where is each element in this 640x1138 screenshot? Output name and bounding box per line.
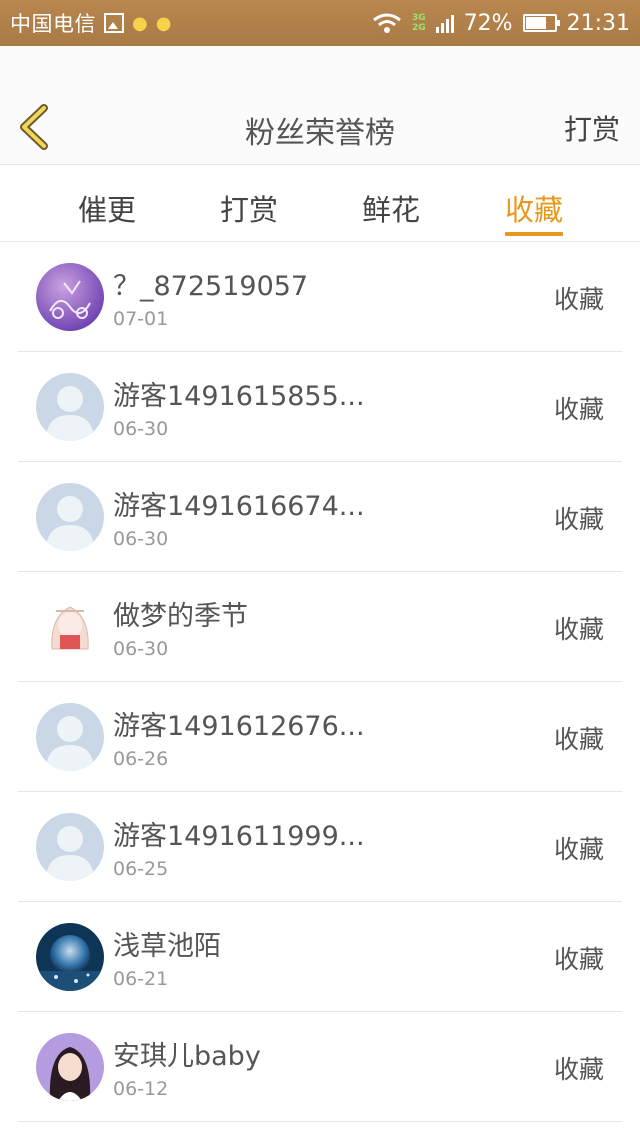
default-user-icon [36, 703, 104, 771]
status-bar: 中国电信 ● ● 3G 2G 72% 21:31 [0, 0, 640, 46]
item-action: 收藏 [553, 1055, 604, 1084]
avatar [36, 813, 104, 881]
user-name: 安琪儿baby [113, 1041, 261, 1072]
item-action: 收藏 [553, 395, 604, 424]
item-action: 收藏 [553, 945, 604, 974]
list-item[interactable]: 游客1491611999... 06-25 收藏 [18, 792, 622, 902]
avatar [36, 373, 104, 441]
carrier-name: 中国电信 [10, 12, 96, 36]
girl-photo-avatar-icon [36, 1033, 104, 1101]
user-name: ？_872519057 [113, 271, 309, 302]
item-date: 06-12 [113, 1078, 169, 1100]
list-item[interactable]: 浅草池陌 06-21 收藏 [18, 902, 622, 1012]
avatar [36, 593, 104, 661]
avatar [36, 1033, 104, 1101]
tab-flowers[interactable]: 鲜花 [362, 187, 420, 229]
list-item[interactable]: 做梦的季节 06-30 收藏 [18, 572, 622, 682]
app-header: 粉丝荣誉榜 打赏 [0, 46, 640, 165]
item-date: 06-30 [113, 638, 169, 660]
item-action: 收藏 [553, 285, 604, 314]
purple-doodle-avatar-icon [36, 263, 104, 331]
avatar [36, 483, 104, 551]
user-name: 游客1491611999... [113, 821, 365, 852]
item-date: 06-30 [113, 418, 169, 440]
user-name: 游客1491616674... [113, 491, 365, 522]
item-date: 06-26 [113, 748, 169, 770]
battery-icon [522, 14, 560, 32]
lightbulb-notification-icon: ● [132, 12, 148, 34]
page-title: 粉丝荣誉榜 [245, 116, 395, 151]
avatar [36, 263, 104, 331]
list-item[interactable]: 安琪儿baby 06-12 收藏 [18, 1012, 622, 1122]
default-user-icon [36, 813, 104, 881]
network-3g-label: 3G [412, 13, 426, 23]
blue-bubble-avatar-icon [36, 923, 104, 991]
battery-percent: 72% [463, 10, 513, 36]
active-tab-indicator [505, 232, 563, 236]
list-item[interactable]: 游客1491615855... 06-30 收藏 [18, 352, 622, 462]
list-item[interactable]: 游客1491616674... 06-30 收藏 [18, 462, 622, 572]
anime-girl-avatar-icon [36, 593, 104, 661]
avatar [36, 923, 104, 991]
wifi-icon [373, 13, 401, 33]
item-date: 07-01 [113, 308, 169, 330]
default-user-icon [36, 483, 104, 551]
list-item[interactable]: ？_872519057 07-01 收藏 [18, 242, 622, 352]
list-item[interactable]: 游客1491612676... 06-26 收藏 [18, 682, 622, 792]
item-date: 06-21 [113, 968, 169, 990]
default-user-icon [36, 373, 104, 441]
signal-strength-icon [435, 13, 454, 33]
item-date: 06-30 [113, 528, 169, 550]
fan-list: ？_872519057 07-01 收藏 游客1491615855... 06-… [18, 242, 622, 1122]
user-name: 游客1491612676... [113, 711, 365, 742]
reward-button[interactable]: 打赏 [564, 108, 620, 148]
item-date: 06-25 [113, 858, 169, 880]
item-action: 收藏 [553, 615, 604, 644]
item-action: 收藏 [553, 505, 604, 534]
lightbulb-notification-icon: ● [155, 12, 172, 34]
user-name: 游客1491615855... [113, 381, 365, 412]
user-name: 浅草池陌 [113, 931, 221, 962]
avatar [36, 703, 104, 771]
tab-bar: 催更 打赏 鲜花 收藏 [0, 165, 640, 242]
tab-favorites[interactable]: 收藏 [505, 187, 563, 229]
clock: 21:31 [566, 10, 630, 36]
user-name: 做梦的季节 [113, 601, 248, 632]
item-action: 收藏 [553, 725, 604, 754]
picture-notification-icon [104, 13, 124, 33]
tab-urge[interactable]: 催更 [78, 187, 136, 229]
item-action: 收藏 [553, 835, 604, 864]
tab-reward[interactable]: 打赏 [220, 187, 278, 229]
network-2g-label: 2G [412, 23, 426, 33]
